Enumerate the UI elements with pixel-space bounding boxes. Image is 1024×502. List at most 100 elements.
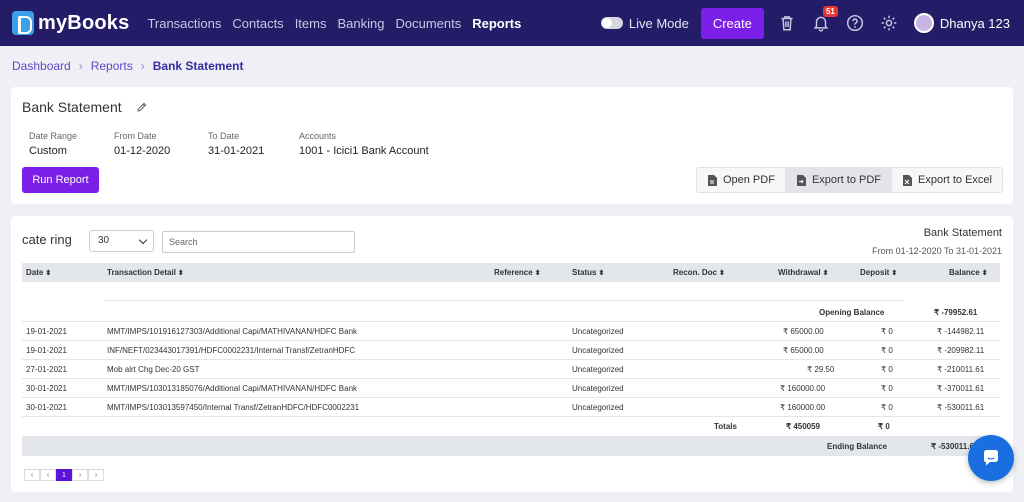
open-pdf-button[interactable]: Open PDF bbox=[696, 168, 786, 192]
table-row[interactable]: 30-01-2021 MMT/IMPS/103013185076/Additio… bbox=[22, 379, 1000, 398]
blank-row bbox=[104, 282, 904, 301]
col-deposit-label: Deposit bbox=[860, 268, 890, 277]
table-row[interactable]: 30-01-2021 MMT/IMPS/103013597450/Interna… bbox=[22, 398, 1000, 417]
gear-icon[interactable] bbox=[880, 14, 898, 32]
row-date: 27-01-2021 bbox=[26, 365, 67, 374]
table-row[interactable]: 19-01-2021 MMT/IMPS/101916127303/Additio… bbox=[22, 322, 1000, 341]
col-recon-doc[interactable]: Recon. Doc ⬍ bbox=[673, 268, 725, 277]
field-date-range: Date Range Custom bbox=[29, 131, 77, 157]
export-pdf-button[interactable]: Export to PDF bbox=[785, 168, 893, 192]
row-date: 30-01-2021 bbox=[26, 384, 67, 393]
excel-icon bbox=[903, 174, 913, 186]
row-status: Uncategorized bbox=[572, 384, 624, 393]
sort-icon: ⬍ bbox=[719, 269, 725, 277]
row-deposit: ₹ 0 bbox=[881, 403, 893, 412]
username[interactable]: Dhanya 123 bbox=[940, 16, 1010, 31]
breadcrumb-bank-statement: Bank Statement bbox=[152, 59, 244, 73]
col-recon-label: Recon. Doc bbox=[673, 268, 718, 277]
pagination-page-1[interactable]: 1 bbox=[56, 469, 72, 481]
sort-icon: ⬍ bbox=[534, 269, 541, 277]
to-date-label: To Date bbox=[208, 131, 240, 141]
bell-icon[interactable]: 51 bbox=[812, 6, 838, 32]
trash-icon[interactable] bbox=[778, 14, 796, 32]
pagination-next[interactable]: › bbox=[72, 469, 88, 481]
table-row[interactable]: 27-01-2021 Mob alrt Chg Dec-20 GST Uncat… bbox=[22, 360, 1000, 379]
col-balance[interactable]: Balance ⬍ bbox=[949, 268, 988, 277]
nav-banking[interactable]: Banking bbox=[337, 16, 384, 31]
row-date: 19-01-2021 bbox=[26, 346, 67, 355]
report-date-range: From 01-12-2020 To 31-01-2021 bbox=[872, 246, 1002, 256]
from-date-value: 01-12-2020 bbox=[114, 145, 171, 157]
nav-contacts[interactable]: Contacts bbox=[232, 16, 283, 31]
row-deposit: ₹ 0 bbox=[881, 384, 893, 393]
report-table-card: cate ring 30 Bank Statement From 01-12-2… bbox=[11, 216, 1013, 492]
row-detail: Mob alrt Chg Dec-20 GST bbox=[107, 365, 200, 374]
col-withdrawal-label: Withdrawal bbox=[778, 268, 821, 277]
row-status: Uncategorized bbox=[572, 327, 624, 336]
create-button[interactable]: Create bbox=[700, 7, 764, 39]
col-detail-label: Transaction Detail bbox=[107, 268, 176, 277]
col-date-label: Date bbox=[26, 268, 44, 277]
row-detail: MMT/IMPS/103013597450/Internal Transf/Ze… bbox=[107, 403, 360, 412]
nav-transactions[interactable]: Transactions bbox=[147, 16, 221, 31]
search-input[interactable] bbox=[162, 231, 355, 253]
logo-icon bbox=[12, 11, 34, 35]
nav-documents[interactable]: Documents bbox=[395, 16, 461, 31]
row-date: 19-01-2021 bbox=[26, 327, 67, 336]
chat-button[interactable] bbox=[968, 435, 1014, 481]
breadcrumb: Dashboard › Reports › Bank Statement bbox=[12, 59, 243, 73]
pagination-last[interactable]: › bbox=[88, 469, 104, 481]
date-range-value: Custom bbox=[29, 145, 67, 157]
totals-deposit: ₹ 0 bbox=[878, 422, 890, 431]
app-logo[interactable]: myBooks bbox=[12, 11, 129, 35]
live-mode-toggle[interactable] bbox=[600, 17, 623, 29]
col-date[interactable]: Date ⬍ bbox=[26, 268, 51, 277]
app-name: myBooks bbox=[38, 11, 130, 34]
breadcrumb-dashboard[interactable]: Dashboard bbox=[12, 59, 71, 73]
report-config-card: Bank Statement Date Range Custom From Da… bbox=[11, 87, 1013, 204]
row-balance: ₹ -210011.61 bbox=[937, 365, 985, 374]
section-title: cate ring bbox=[22, 232, 72, 247]
sort-icon: ⬍ bbox=[45, 269, 52, 277]
row-date: 30-01-2021 bbox=[26, 403, 67, 412]
col-status-label: Status bbox=[572, 268, 597, 277]
export-excel-button[interactable]: Export to Excel bbox=[892, 168, 1002, 192]
col-transaction-detail[interactable]: Transaction Detail ⬍ bbox=[107, 268, 184, 277]
nav-items[interactable]: Items bbox=[295, 16, 327, 31]
export-pdf-label: Export to PDF bbox=[811, 174, 882, 186]
export-pdf-icon bbox=[796, 174, 806, 186]
pagination-prev[interactable]: ‹ bbox=[40, 469, 56, 481]
sort-icon: ⬍ bbox=[598, 269, 605, 277]
col-status[interactable]: Status ⬍ bbox=[572, 268, 604, 277]
totals-row: Totals ₹ 450059 ₹ 0 bbox=[22, 417, 1000, 436]
ending-balance-row: Ending Balance ₹ -530011.61 bbox=[22, 436, 1000, 456]
field-accounts: Accounts 1001 - Icici1 Bank Account bbox=[299, 131, 429, 157]
page-size-select[interactable]: 30 bbox=[89, 230, 154, 252]
totals-withdrawal: ₹ 450059 bbox=[786, 422, 821, 431]
pagination: ‹ ‹ 1 › › bbox=[24, 469, 104, 481]
nav-actions: Live Mode Create 51 Dhanya 123 bbox=[600, 0, 1024, 46]
row-deposit: ₹ 0 bbox=[881, 327, 893, 336]
breadcrumb-reports[interactable]: Reports bbox=[91, 59, 133, 73]
ending-balance-label: Ending Balance bbox=[827, 442, 888, 451]
report-heading: Bank Statement bbox=[923, 227, 1002, 239]
col-withdrawal[interactable]: Withdrawal ⬍ bbox=[778, 268, 828, 277]
avatar[interactable] bbox=[913, 13, 934, 33]
sort-icon: ⬍ bbox=[177, 269, 184, 277]
col-balance-label: Balance bbox=[949, 268, 980, 277]
col-deposit[interactable]: Deposit ⬍ bbox=[860, 268, 897, 277]
run-report-button[interactable]: Run Report bbox=[22, 167, 99, 193]
accounts-label: Accounts bbox=[299, 131, 337, 141]
field-from-date: From Date 01-12-2020 bbox=[114, 131, 170, 157]
date-range-label: Date Range bbox=[29, 131, 78, 141]
pagination-first[interactable]: ‹ bbox=[24, 469, 40, 481]
opening-balance-label: Opening Balance bbox=[819, 308, 885, 317]
nav-reports[interactable]: Reports bbox=[472, 16, 521, 31]
table-header: Date ⬍ Transaction Detail ⬍ Reference ⬍ Sta… bbox=[22, 263, 1000, 282]
help-icon[interactable] bbox=[846, 14, 864, 32]
col-reference[interactable]: Reference ⬍ bbox=[494, 268, 541, 277]
row-detail: MMT/IMPS/101916127303/Additional Capi/MA… bbox=[107, 327, 358, 336]
edit-icon[interactable] bbox=[137, 102, 147, 112]
accounts-value: 1001 - Icici1 Bank Account bbox=[299, 145, 429, 157]
table-row[interactable]: 19-01-2021 INF/NEFT/023443017391/HDFC000… bbox=[22, 341, 1000, 360]
